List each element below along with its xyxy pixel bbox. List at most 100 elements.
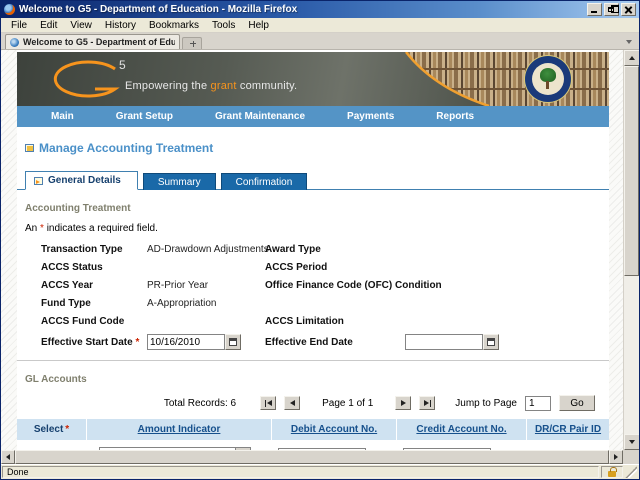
- last-page-button[interactable]: [419, 396, 436, 410]
- col-credit-account[interactable]: Credit Account No.: [397, 419, 527, 440]
- nav-item-grant-setup[interactable]: Grant Setup: [116, 111, 173, 122]
- security-lock-cell[interactable]: [601, 466, 623, 478]
- scroll-left-button[interactable]: [1, 450, 15, 464]
- calendar-icon: [487, 338, 495, 346]
- bookshelf-image: [405, 52, 609, 106]
- arrow-left-icon: [6, 454, 10, 460]
- field-label-fund-type: Fund Type: [41, 298, 91, 309]
- tab-label: General Details: [48, 175, 121, 186]
- page-favicon: [10, 37, 19, 47]
- tab-label: Confirmation: [235, 176, 293, 188]
- go-button[interactable]: Go: [559, 395, 595, 411]
- next-page-icon: [400, 400, 406, 406]
- prev-page-button[interactable]: [284, 396, 301, 410]
- minimize-button[interactable]: [587, 3, 602, 16]
- first-page-button[interactable]: [260, 396, 277, 410]
- amount-indicator-select[interactable]: NG-Negative: [99, 447, 251, 450]
- scroll-right-button[interactable]: [609, 450, 623, 464]
- page-info: Page 1 of 1: [322, 397, 374, 409]
- page-area: 5 Empowering the grant community. Main G…: [1, 50, 623, 450]
- field-label-office-finance-code-ofc-condition: Office Finance Code (OFC) Condition: [265, 280, 442, 291]
- lock-icon: [608, 466, 617, 477]
- page-content: Manage Accounting Treatment General Deta…: [17, 127, 609, 450]
- menu-item-history[interactable]: History: [99, 19, 142, 32]
- col-pair-id[interactable]: DR/CR Pair ID: [527, 419, 609, 440]
- tab-confirmation[interactable]: Confirmation: [220, 173, 308, 190]
- firefox-icon: [4, 4, 15, 15]
- col-select: Select *: [17, 419, 87, 440]
- col-amount-indicator[interactable]: Amount Indicator: [87, 419, 272, 440]
- arrow-down-icon: [629, 440, 635, 444]
- field-label-transaction-type: Transaction Type: [41, 244, 123, 255]
- resize-grip[interactable]: [625, 466, 637, 478]
- restore-button[interactable]: [604, 3, 619, 16]
- horizontal-scroll-thumb[interactable]: [15, 450, 609, 464]
- field-label-accs-status: ACCS Status: [41, 262, 103, 273]
- scroll-down-button[interactable]: [624, 434, 639, 450]
- nav-item-main[interactable]: Main: [51, 111, 74, 122]
- gl-table-header: Select * Amount Indicator Debit Account N…: [17, 419, 609, 440]
- last-page-icon: [423, 400, 429, 406]
- menu-item-file[interactable]: File: [5, 19, 33, 32]
- prev-page-icon: [289, 400, 295, 406]
- section-title-gl: GL Accounts: [25, 374, 87, 385]
- window-title: Welcome to G5 - Department of Education …: [19, 4, 298, 15]
- start-date-calendar-button[interactable]: [225, 334, 241, 350]
- status-bar: Done: [1, 464, 639, 479]
- page-title: Manage Accounting Treatment: [25, 141, 609, 155]
- debit-account-input[interactable]: [278, 447, 366, 450]
- main-nav: Main Grant Setup Grant Maintenance Payments…: [17, 106, 609, 127]
- credit-account-input[interactable]: [403, 447, 491, 450]
- browser-tab[interactable]: Welcome to G5 - Department of Edu...: [5, 34, 180, 49]
- end-date-calendar-button[interactable]: [483, 334, 499, 350]
- page-tabs: General Details Summary Confirmation: [25, 171, 609, 190]
- tab-arrow-icon: [34, 176, 43, 185]
- dropdown-arrow-icon: [235, 448, 250, 450]
- menu-item-edit[interactable]: Edit: [34, 19, 63, 32]
- calendar-icon: [229, 338, 237, 346]
- gl-table: Select * Amount Indicator Debit Account N…: [17, 419, 609, 450]
- title-bar: Welcome to G5 - Department of Education …: [1, 1, 639, 18]
- new-tab-button[interactable]: [182, 37, 202, 49]
- banner-tagline: Empowering the grant community.: [125, 80, 298, 92]
- table-row: NG-Negative566: [17, 440, 609, 450]
- menu-item-help[interactable]: Help: [242, 19, 275, 32]
- tab-general-details[interactable]: General Details: [25, 171, 138, 190]
- total-records: Total Records: 6: [163, 397, 237, 409]
- nav-item-reports[interactable]: Reports: [436, 111, 474, 122]
- arrow-up-icon: [629, 56, 635, 60]
- menu-item-view[interactable]: View: [64, 19, 98, 32]
- list-tabs-button[interactable]: [622, 36, 636, 47]
- gl-table-body: NG-Negative566PS-Positive567NG-Negative5…: [17, 440, 609, 450]
- jump-to-page-input[interactable]: [525, 395, 551, 411]
- horizontal-scrollbar[interactable]: [1, 450, 639, 464]
- end-date-input[interactable]: [405, 334, 483, 350]
- g5-banner: 5 Empowering the grant community.: [17, 52, 609, 106]
- start-date-label: Effective Start Date *: [41, 336, 140, 348]
- field-label-accs-year: ACCS Year: [41, 280, 94, 291]
- menu-item-tools[interactable]: Tools: [206, 19, 241, 32]
- page-viewport: 5 Empowering the grant community. Main G…: [1, 50, 639, 450]
- tab-summary[interactable]: Summary: [142, 173, 216, 190]
- col-debit-account[interactable]: Debit Account No.: [272, 419, 397, 440]
- start-date-input[interactable]: [147, 334, 225, 350]
- vertical-scrollbar[interactable]: [623, 50, 639, 450]
- field-label-accs-period: ACCS Period: [265, 262, 328, 273]
- first-page-icon: [266, 400, 272, 406]
- next-page-button[interactable]: [395, 396, 412, 410]
- nav-item-payments[interactable]: Payments: [347, 111, 394, 122]
- field-value: AD-Drawdown Adjustments: [147, 244, 269, 255]
- vertical-scroll-thumb[interactable]: [624, 66, 639, 276]
- scroll-up-button[interactable]: [624, 50, 639, 66]
- menu-item-bookmarks[interactable]: Bookmarks: [143, 19, 205, 32]
- nav-item-grant-maintenance[interactable]: Grant Maintenance: [215, 111, 305, 122]
- field-value: PR-Prior Year: [147, 280, 209, 291]
- section-title-accounting: Accounting Treatment: [25, 203, 131, 214]
- browser-window: Welcome to G5 - Department of Education …: [0, 0, 640, 480]
- close-button[interactable]: [621, 3, 636, 16]
- menu-bar: File Edit View History Bookmarks Tools Help: [1, 18, 639, 33]
- field-value: A-Appropriation: [147, 298, 217, 309]
- required-note: An * indicates a required field.: [25, 223, 158, 234]
- browser-tab-title: Welcome to G5 - Department of Edu...: [23, 37, 175, 47]
- row-select-radio[interactable]: [45, 449, 59, 450]
